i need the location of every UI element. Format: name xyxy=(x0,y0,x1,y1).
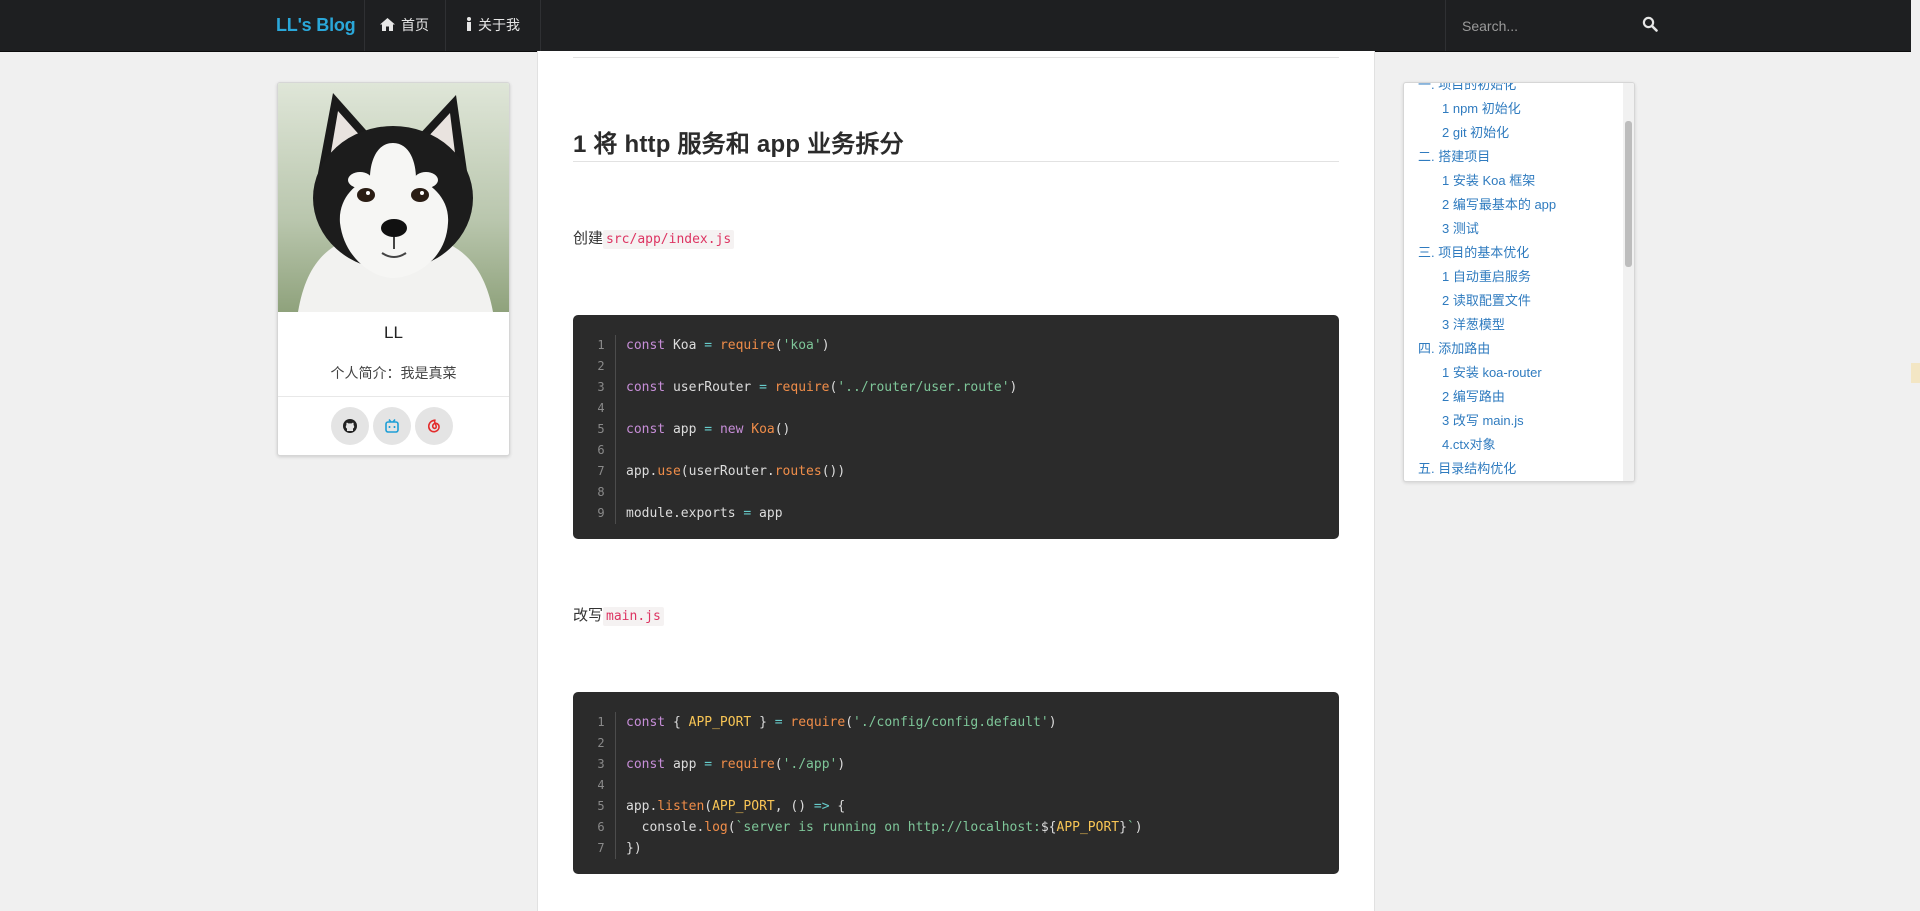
line-number: 4 xyxy=(597,778,605,792)
info-icon xyxy=(466,1,472,52)
code-line: const app = new Koa() xyxy=(626,422,791,437)
toc-section-link[interactable]: 一. 项目的初始化 xyxy=(1418,83,1516,97)
nav-divider xyxy=(445,0,446,51)
github-button[interactable] xyxy=(331,407,369,445)
line-number: 1 xyxy=(597,715,605,729)
toc-subsection-link[interactable]: 2 编写路由 xyxy=(1442,385,1505,409)
line-number: 8 xyxy=(597,485,605,499)
profile-card: LL 个人简介：我是真菜 xyxy=(277,82,510,456)
home-icon xyxy=(380,1,395,52)
search-icon[interactable] xyxy=(1642,16,1660,34)
heading-underline xyxy=(573,161,1339,162)
code-lines: const Koa = require('koa') const userRout… xyxy=(626,335,1017,524)
profile-bio: 个人简介：我是真菜 xyxy=(330,365,457,381)
toc-subsection-link[interactable]: 2 git 初始化 xyxy=(1442,121,1509,145)
toc-subsection-link[interactable]: 1 npm 初始化 xyxy=(1442,97,1521,121)
nav-divider xyxy=(364,0,365,51)
search-input[interactable] xyxy=(1460,13,1614,39)
line-number-gutter: 1 2 3 4 5 6 7 8 9 xyxy=(587,335,616,524)
code-line: console.log(`server is running on http:/… xyxy=(626,820,1143,835)
nav-home-link[interactable]: 首页 xyxy=(380,0,429,51)
toc-subsection-link[interactable]: 3 洋葱模型 xyxy=(1442,313,1505,337)
bilibili-button[interactable] xyxy=(373,407,411,445)
toc-section-link[interactable]: 五. 目录结构优化 xyxy=(1418,457,1516,481)
nav-about-label: 关于我 xyxy=(478,17,520,33)
code-block: 1 2 3 4 5 6 7 const { APP_PORT } = require('./… xyxy=(573,692,1339,874)
inline-code: src/app/index.js xyxy=(603,230,735,249)
paragraph-text: 改写 xyxy=(573,607,604,624)
netease-music-button[interactable] xyxy=(415,407,453,445)
code-line: const app = require('./app') xyxy=(626,757,846,772)
section-divider xyxy=(573,57,1339,58)
line-number: 3 xyxy=(597,380,605,394)
profile-divider xyxy=(278,396,509,397)
inline-code: main.js xyxy=(603,607,664,626)
navbar: LL's Blog 首页 关于我 xyxy=(0,0,1911,52)
line-number: 4 xyxy=(597,401,605,415)
line-number: 5 xyxy=(597,799,605,813)
code-line: app.listen(APP_PORT, () => { xyxy=(626,799,846,814)
toc-subsection-link[interactable]: 1 安装 Koa 框架 xyxy=(1442,169,1535,193)
code-lines: const { APP_PORT } = require('./config/c… xyxy=(626,712,1143,859)
line-number: 7 xyxy=(597,841,605,855)
line-number: 6 xyxy=(597,820,605,834)
code-line: module.exports = app xyxy=(626,506,783,521)
toc-section-link[interactable]: 二. 搭建项目 xyxy=(1418,145,1490,169)
line-number-gutter: 1 2 3 4 5 6 7 xyxy=(587,712,616,859)
code-line: const Koa = require('koa') xyxy=(626,338,830,353)
toc-subsection-link[interactable]: 1 安装 koa-router xyxy=(1442,361,1542,385)
nav-divider xyxy=(540,0,541,51)
toc-subsection-link[interactable]: 2 读取配置文件 xyxy=(1442,289,1531,313)
avatar xyxy=(278,83,509,312)
paragraph-rewrite: 改写 main.js xyxy=(573,604,664,626)
nav-about-link[interactable]: 关于我 xyxy=(466,0,520,51)
line-number: 5 xyxy=(597,422,605,436)
line-number: 2 xyxy=(597,736,605,750)
line-number: 3 xyxy=(597,757,605,771)
table-of-contents: 一. 项目的初始化 1 npm 初始化 2 git 初始化 二. 搭建项目 1 安装 K… xyxy=(1403,82,1635,482)
search-box xyxy=(1445,0,1658,51)
toc-subsection-link[interactable]: 3 改写 main.js xyxy=(1442,409,1524,433)
toc-scrollbar-thumb[interactable] xyxy=(1625,121,1632,267)
nav-home-label: 首页 xyxy=(401,17,429,33)
toc-subsection-link[interactable]: 1 自动重启服务 xyxy=(1442,265,1531,289)
toc-subsection-link[interactable]: 4.ctx对象 xyxy=(1442,433,1495,457)
line-number: 2 xyxy=(597,359,605,373)
code-line: }) xyxy=(626,841,642,856)
paragraph-text: 创建 xyxy=(573,230,604,247)
code-line: const { APP_PORT } = require('./config/c… xyxy=(626,715,1057,730)
code-line: const userRouter = require('../router/us… xyxy=(626,380,1018,395)
toc-section-link[interactable]: 四. 添加路由 xyxy=(1418,337,1490,361)
line-number: 9 xyxy=(597,506,605,520)
toc-subsection-link[interactable]: 2 编写最基本的 app xyxy=(1442,193,1556,217)
article-content: 1 将 http 服务和 app 业务拆分 创建 src/app/index.js… xyxy=(537,51,1375,911)
line-number: 7 xyxy=(597,464,605,478)
profile-name: LL xyxy=(384,323,403,342)
toc-section-link[interactable]: 三. 项目的基本优化 xyxy=(1418,241,1529,265)
code-line: app.use(userRouter.routes()) xyxy=(626,464,846,479)
edge-tab-marker xyxy=(1911,363,1920,383)
toc-subsection-link[interactable]: 3 测试 xyxy=(1442,217,1479,241)
section-heading: 1 将 http 服务和 app 业务拆分 xyxy=(573,131,904,158)
brand-logo[interactable]: LL's Blog xyxy=(276,0,356,51)
paragraph-create: 创建 src/app/index.js xyxy=(573,227,735,249)
line-number: 6 xyxy=(597,443,605,457)
code-block: 123456789 const Koa = require('koa') cons… xyxy=(573,315,1339,539)
line-number: 1 xyxy=(597,338,605,352)
